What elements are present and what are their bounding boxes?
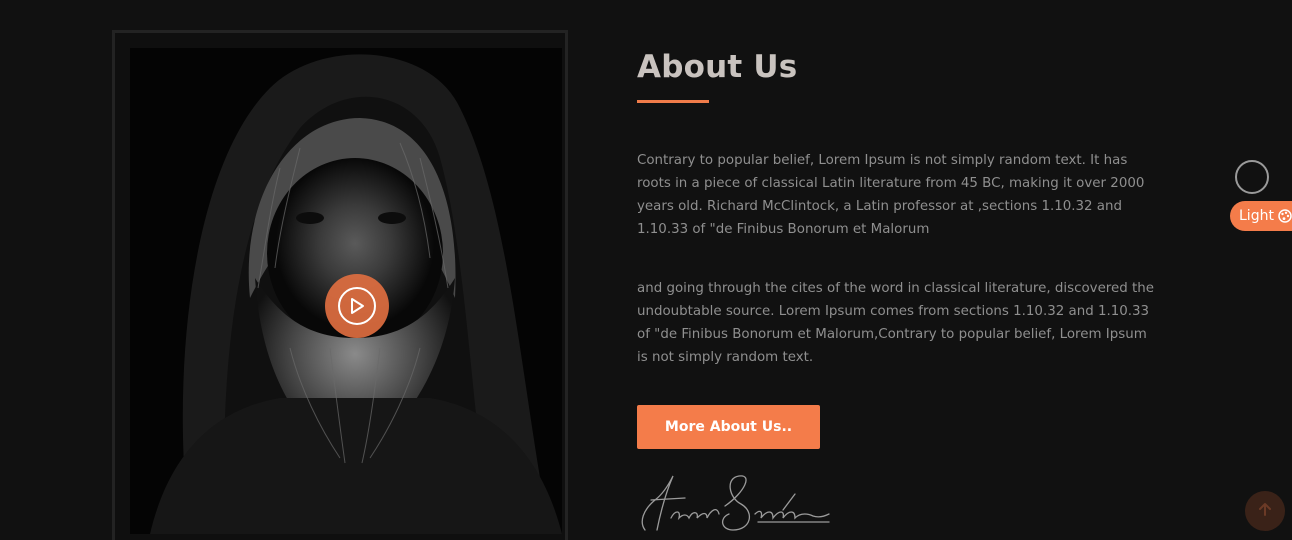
about-paragraph-2: and going through the cites of the word … [637, 281, 1154, 365]
theme-toggle-button[interactable]: Light [1230, 201, 1292, 231]
more-about-us-button[interactable]: More About Us.. [637, 405, 820, 449]
floating-circle-button[interactable] [1235, 160, 1269, 194]
play-icon [338, 287, 376, 325]
image-frame [112, 30, 568, 540]
portrait-image [130, 48, 562, 534]
section-title: About Us [637, 49, 798, 85]
theme-toggle-label: Light [1239, 208, 1274, 224]
arrow-up-icon [1257, 501, 1273, 521]
about-paragraph-1: Contrary to popular belief, Lorem Ipsum … [637, 153, 1145, 237]
scroll-to-top-button[interactable] [1245, 491, 1285, 531]
title-underline [637, 100, 709, 103]
signature-image [633, 470, 833, 540]
video-play-button[interactable] [325, 274, 389, 338]
about-section: About Us Contrary to popular belief, Lor… [0, 0, 1292, 540]
palette-icon [1278, 209, 1292, 223]
